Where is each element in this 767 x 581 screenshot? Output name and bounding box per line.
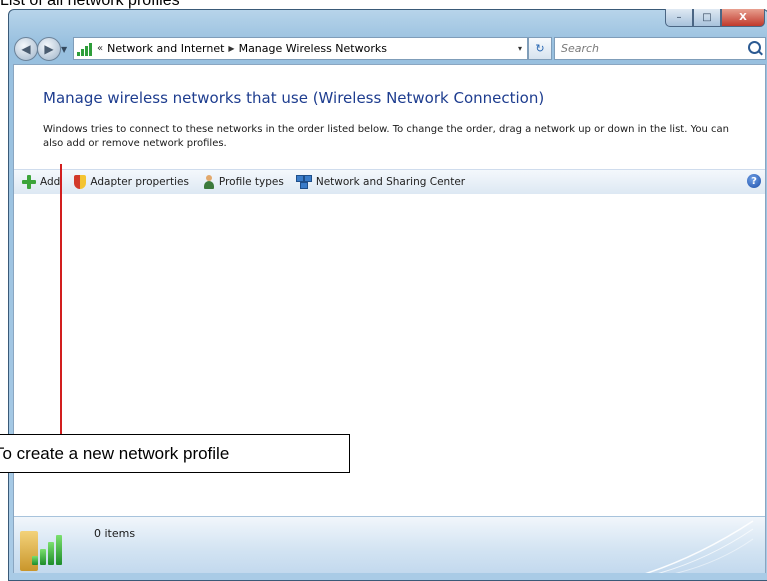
- page-description: Windows tries to connect to these networ…: [43, 124, 729, 149]
- minimize-button[interactable]: –: [665, 9, 693, 27]
- search-icon[interactable]: [748, 41, 761, 54]
- details-pane: 0 items: [14, 516, 765, 573]
- breadcrumb-network-and-internet[interactable]: Network and Internet: [107, 42, 224, 55]
- network-signal-icon: [77, 42, 93, 56]
- profile-types-button[interactable]: Profile types: [203, 175, 284, 189]
- network-sharing-center-label: Network and Sharing Center: [315, 176, 466, 188]
- network-icon: [295, 175, 312, 189]
- annotation-callout: To create a new network profile: [0, 434, 350, 473]
- maximize-button[interactable]: □: [693, 9, 721, 27]
- breadcrumb-overflow[interactable]: «: [97, 43, 103, 54]
- breadcrumb-separator-icon[interactable]: ▶: [228, 44, 234, 53]
- back-arrow-icon: ◀: [21, 42, 31, 56]
- command-bar: Add Adapter properties Profile types Net…: [14, 169, 765, 195]
- annotation-callout-text: To create a new network profile: [0, 443, 230, 463]
- forward-arrow-icon: ▶: [44, 42, 54, 56]
- breadcrumb-manage-wireless-networks[interactable]: Manage Wireless Networks: [239, 42, 387, 55]
- back-button[interactable]: ◀: [14, 37, 38, 61]
- address-dropdown-icon[interactable]: ▾: [518, 44, 522, 53]
- add-button[interactable]: Add: [22, 175, 60, 189]
- plus-icon: [22, 175, 36, 189]
- network-sharing-center-button[interactable]: Network and Sharing Center: [295, 175, 466, 189]
- shield-icon: [74, 175, 87, 189]
- person-icon: [203, 175, 215, 189]
- help-icon: ?: [751, 175, 757, 187]
- window-controls: – □ X: [665, 9, 765, 27]
- address-bar[interactable]: « Network and Internet ▶ Manage Wireless…: [73, 37, 528, 60]
- refresh-icon: ↻: [535, 42, 545, 55]
- help-button[interactable]: ?: [747, 174, 761, 188]
- recent-pages-dropdown[interactable]: ▼: [61, 45, 67, 54]
- page-title: Manage wireless networks that use (Wirel…: [43, 89, 545, 107]
- header-area: [14, 65, 765, 171]
- annotation-pointer-line: [60, 164, 62, 434]
- search-input[interactable]: [559, 41, 743, 56]
- profile-types-label: Profile types: [218, 176, 284, 188]
- wireless-folder-icon: [20, 525, 70, 571]
- content-pane: Manage wireless networks that use (Wirel…: [13, 64, 766, 573]
- navigation-bar: ◀ ▶ ▼ « Network and Internet ▶ Manage Wi…: [9, 36, 767, 64]
- refresh-button[interactable]: ↻: [528, 37, 552, 60]
- decorative-swoosh: [645, 520, 754, 573]
- item-count: 0 items: [94, 527, 136, 540]
- close-button[interactable]: X: [721, 9, 765, 27]
- forward-button[interactable]: ▶: [37, 37, 61, 61]
- search-box[interactable]: [554, 37, 766, 60]
- adapter-properties-label: Adapter properties: [90, 176, 189, 188]
- explorer-window: – □ X ◀ ▶ ▼ « Network and Internet ▶ Man…: [8, 9, 767, 581]
- add-button-label: Add: [40, 176, 61, 188]
- adapter-properties-button[interactable]: Adapter properties: [74, 175, 189, 189]
